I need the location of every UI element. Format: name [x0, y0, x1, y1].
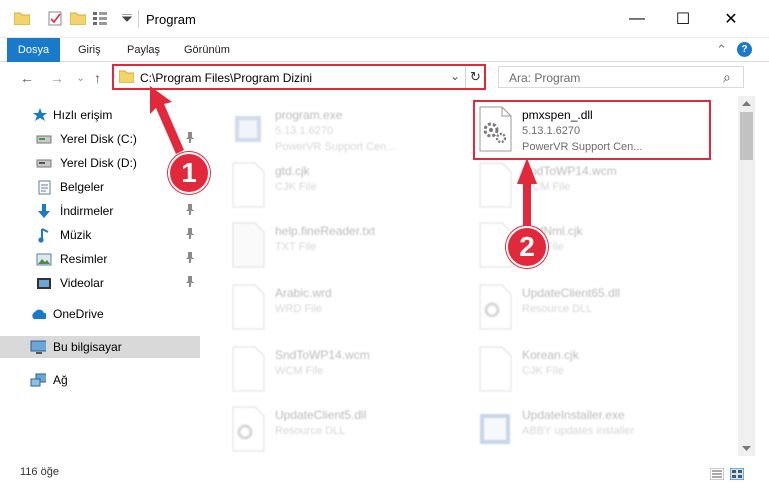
status-bar: 116 öğe — [0, 458, 769, 504]
arrow-to-address-bar — [150, 86, 184, 154]
large-icons-view-icon[interactable] — [730, 468, 744, 480]
callout-step-2: 2 — [506, 226, 548, 268]
arrow-to-dll-file — [517, 158, 537, 230]
item-count: 116 öğe — [20, 466, 59, 478]
details-view-icon[interactable] — [710, 468, 724, 480]
callout-arrows — [150, 86, 537, 230]
callout-step-1: 1 — [168, 152, 210, 194]
